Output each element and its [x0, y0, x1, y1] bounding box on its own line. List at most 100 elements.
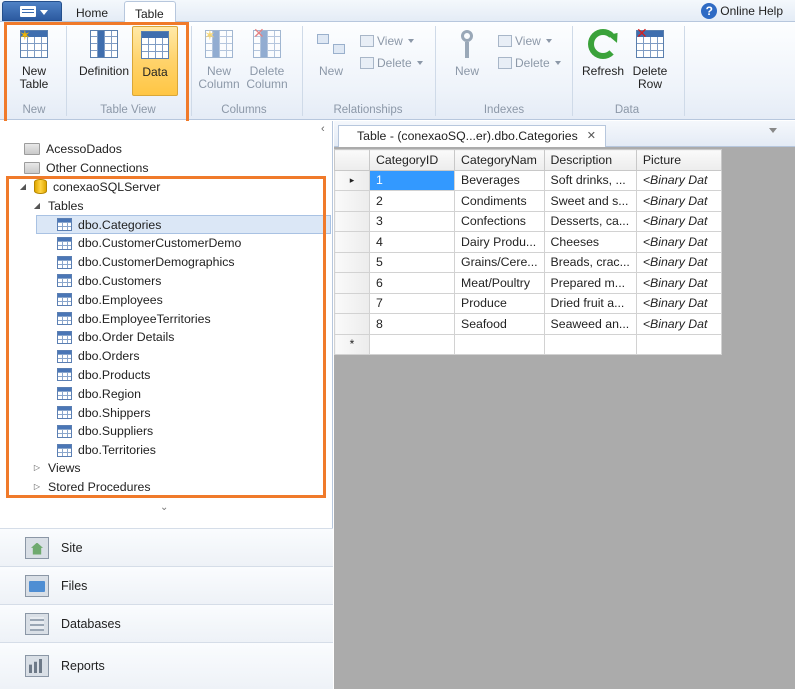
grid-cell[interactable]: Seaweed an...	[543, 313, 637, 335]
row-header[interactable]	[334, 190, 370, 212]
grid-cell[interactable]: <Binary Dat	[635, 251, 722, 273]
nav-databases[interactable]: Databases	[0, 604, 333, 642]
splitter-chevron-icon[interactable]: ⌄	[160, 502, 168, 513]
grid-cell[interactable]: Beverages	[454, 169, 545, 191]
grid-cell[interactable]: 4	[369, 231, 455, 253]
grid-cell[interactable]: Soft drinks, ...	[543, 169, 637, 191]
grid-cell[interactable]: 1	[369, 169, 455, 191]
table-row[interactable]: 4 Dairy Produ... Cheeses <Binary Dat	[334, 231, 722, 253]
dropdown-arrow-icon	[416, 61, 423, 65]
ribbon-highlight-box	[4, 22, 189, 126]
table-row[interactable]: 3 Confections Desserts, ca... <Binary Dat	[334, 210, 722, 232]
new-row-marker[interactable]: *	[334, 333, 370, 355]
tree-node-other-connections[interactable]: Other Connections	[8, 158, 149, 177]
column-header[interactable]: CategoryID	[369, 149, 455, 171]
grid-cell[interactable]: 2	[369, 190, 455, 212]
grid-cell[interactable]: Prepared m...	[543, 272, 637, 294]
tab-home[interactable]: Home	[66, 1, 122, 23]
document-tab[interactable]: Table - (conexaoSQ...er).dbo.Categories …	[338, 125, 606, 147]
grid-cell[interactable]: <Binary Dat	[635, 169, 722, 191]
grid-cell[interactable]: Condiments	[454, 190, 545, 212]
grid-cell[interactable]	[454, 333, 545, 355]
file-menu-button[interactable]	[2, 1, 62, 21]
help-icon: ?	[701, 3, 718, 19]
new-relationship-label: New	[318, 64, 343, 78]
grid-cell[interactable]: Produce	[454, 292, 545, 314]
nav-reports[interactable]: Reports	[0, 642, 333, 689]
grid-cell[interactable]: Breads, crac...	[543, 251, 637, 273]
grid-cell[interactable]: 8	[369, 313, 455, 335]
dropdown-arrow-icon	[545, 39, 552, 43]
relationship-icon	[317, 34, 329, 44]
grid-cell[interactable]: Confections	[454, 210, 545, 232]
grid-cell[interactable]: 5	[369, 251, 455, 273]
grid-cell[interactable]: <Binary Dat	[635, 190, 722, 212]
refresh-button[interactable]: Refresh	[580, 28, 626, 94]
table-row[interactable]: 6 Meat/Poultry Prepared m... <Binary Dat	[334, 272, 722, 294]
table-row[interactable]: 5 Grains/Cere... Breads, crac... <Binary Da…	[334, 251, 722, 273]
grid-cell[interactable]: Dairy Produ...	[454, 231, 545, 253]
view-index-button[interactable]: View	[498, 32, 552, 50]
new-index-button[interactable]: New	[446, 28, 488, 94]
collapse-panel-chevron-icon[interactable]: ‹	[321, 123, 325, 135]
nav-site[interactable]: Site	[0, 528, 333, 566]
delete-column-icon: ✕	[253, 26, 281, 58]
grid-cell[interactable]: Dried fruit a...	[543, 292, 637, 314]
data-grid[interactable]: CategoryID CategoryNam Description Picture …	[334, 149, 722, 355]
tree-node-acessodados[interactable]: AcessoDados	[8, 139, 122, 158]
column-header[interactable]: Description	[543, 149, 637, 171]
new-index-label: New	[454, 64, 479, 78]
row-header[interactable]	[334, 272, 370, 294]
row-header[interactable]	[334, 231, 370, 253]
delete-row-button[interactable]: ✕ Delete Row	[628, 26, 672, 94]
grid-cell[interactable]: <Binary Dat	[635, 210, 722, 232]
delete-relationship-label: Delete	[377, 56, 412, 70]
online-help-link[interactable]: ? Online Help	[701, 2, 783, 20]
grid-cell[interactable]: Desserts, ca...	[543, 210, 637, 232]
grid-cell[interactable]: 7	[369, 292, 455, 314]
grid-cell[interactable]: Sweet and s...	[543, 190, 637, 212]
table-row[interactable]: 7 Produce Dried fruit a... <Binary Dat	[334, 292, 722, 314]
grid-cell[interactable]: Seafood	[454, 313, 545, 335]
column-header[interactable]: Picture	[635, 149, 722, 171]
grid-cell[interactable]: <Binary Dat	[635, 272, 722, 294]
close-icon[interactable]: ✕	[587, 129, 596, 142]
tab-list-dropdown-icon[interactable]	[769, 128, 777, 133]
table-row[interactable]: ▸ 1 Beverages Soft drinks, ... <Binary Dat	[334, 169, 722, 191]
delete-column-button[interactable]: ✕ Delete Column	[244, 26, 290, 94]
tree-highlight-box	[6, 176, 326, 498]
grid-cell[interactable]: <Binary Dat	[635, 292, 722, 314]
dropdown-arrow-icon	[407, 39, 414, 43]
nav-files[interactable]: Files	[0, 566, 333, 604]
view-relationship-button[interactable]: View	[360, 32, 414, 50]
new-column-button[interactable]: ✶ New Column	[196, 28, 242, 94]
new-column-icon: ✶	[204, 28, 233, 58]
delete-relationship-button[interactable]: Delete	[360, 54, 423, 72]
grid-cell[interactable]: Cheeses	[543, 231, 637, 253]
row-header[interactable]	[334, 313, 370, 335]
table-row[interactable]: 2 Condiments Sweet and s... <Binary Dat	[334, 190, 722, 212]
new-relationship-button[interactable]: New	[310, 28, 352, 94]
grid-cell[interactable]: 3	[369, 210, 455, 232]
grid-cell[interactable]	[369, 333, 455, 355]
table-row[interactable]: 8 Seafood Seaweed an... <Binary Dat	[334, 313, 722, 335]
tab-table[interactable]: Table	[124, 1, 176, 23]
delete-index-button[interactable]: Delete	[498, 54, 561, 72]
grid-corner-header[interactable]	[334, 149, 370, 171]
grid-cell[interactable]: Meat/Poultry	[454, 272, 545, 294]
document-tab-title: Table - (conexaoSQ...er).dbo.Categories	[357, 129, 578, 143]
delete-icon	[498, 57, 512, 69]
grid-cell[interactable]: 6	[369, 272, 455, 294]
row-header[interactable]: ▸	[334, 169, 370, 191]
grid-cell[interactable]: <Binary Dat	[635, 313, 722, 335]
grid-cell[interactable]: Grains/Cere...	[454, 251, 545, 273]
grid-cell[interactable]	[543, 333, 637, 355]
row-header[interactable]	[334, 251, 370, 273]
row-header[interactable]	[334, 210, 370, 232]
column-header[interactable]: CategoryNam	[454, 149, 545, 171]
delete-row-label: Delete Row	[632, 64, 668, 91]
grid-cell[interactable]	[635, 333, 722, 355]
row-header[interactable]	[334, 292, 370, 314]
grid-cell[interactable]: <Binary Dat	[635, 231, 722, 253]
new-row[interactable]: *	[334, 333, 722, 355]
